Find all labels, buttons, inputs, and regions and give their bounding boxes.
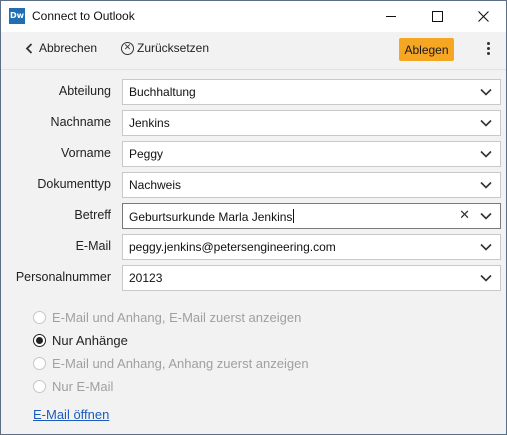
first-name-row: Vorname Peggy	[1, 141, 506, 167]
chevron-down-icon[interactable]	[480, 242, 492, 252]
minimize-icon	[386, 16, 396, 17]
personnel-number-label: Personalnummer	[15, 270, 111, 284]
doc-type-label: Dokumenttyp	[37, 177, 111, 191]
doc-type-row: Dokumenttyp Nachweis	[1, 172, 506, 198]
subject-row: Betreff Geburtsurkunde Marla Jenkins ✕	[1, 203, 506, 229]
window-title: Connect to Outlook	[32, 9, 135, 23]
toolbar: Abbrechen ✕ Zurücksetzen Ablegen	[1, 32, 506, 70]
clear-icon[interactable]: ✕	[459, 208, 470, 223]
minimize-button[interactable]	[368, 1, 414, 32]
close-button[interactable]	[460, 1, 506, 32]
back-button-label: Abbrechen	[39, 41, 98, 55]
radio-button[interactable]	[33, 311, 46, 324]
radio-button-selected[interactable]	[33, 334, 46, 347]
chevron-down-icon[interactable]	[480, 149, 492, 159]
last-name-label: Nachname	[50, 115, 111, 129]
maximize-icon	[431, 11, 443, 22]
back-button[interactable]: Abbrechen	[25, 41, 97, 55]
chevron-down-icon[interactable]	[480, 273, 492, 283]
email-select[interactable]: peggy.jenkins@petersengineering.com	[122, 234, 501, 260]
personnel-number-select[interactable]: 20123	[122, 265, 501, 291]
email-row: E-Mail peggy.jenkins@petersengineering.c…	[1, 234, 506, 260]
clear-circle-icon: ✕	[121, 41, 134, 55]
option-label: E-Mail und Anhang, Anhang zuerst anzeige…	[52, 356, 309, 371]
subject-combobox[interactable]: Geburtsurkunde Marla Jenkins ✕	[122, 203, 501, 229]
option-attachment-first[interactable]: E-Mail und Anhang, Anhang zuerst anzeige…	[33, 356, 309, 371]
first-name-label: Vorname	[60, 146, 111, 160]
subject-label: Betreff	[74, 208, 111, 222]
doc-type-select[interactable]: Nachweis	[122, 172, 501, 198]
last-name-row: Nachname Jenkins	[1, 110, 506, 136]
last-name-value: Jenkins	[129, 116, 170, 130]
option-label: Nur E-Mail	[52, 379, 114, 394]
chevron-down-icon[interactable]	[480, 180, 492, 190]
personnel-number-row: Personalnummer 20123	[1, 265, 506, 291]
department-value: Buchhaltung	[129, 85, 196, 99]
email-value: peggy.jenkins@petersengineering.com	[129, 240, 336, 254]
maximize-button[interactable]	[414, 1, 460, 32]
reset-button[interactable]: ✕ Zurücksetzen	[121, 41, 209, 55]
close-icon	[477, 11, 489, 22]
first-name-value: Peggy	[129, 147, 164, 161]
department-select[interactable]: Buchhaltung	[122, 79, 501, 105]
radio-button[interactable]	[33, 357, 46, 370]
open-email-link[interactable]: E-Mail öffnen	[33, 407, 109, 422]
first-name-select[interactable]: Peggy	[122, 141, 501, 167]
chevron-down-icon[interactable]	[480, 118, 492, 128]
option-email-only[interactable]: Nur E-Mail	[33, 379, 113, 394]
doc-type-value: Nachweis	[129, 178, 182, 192]
app-logo-icon: Dw	[9, 8, 25, 24]
personnel-number-value: 20123	[129, 271, 163, 285]
reset-button-label: Zurücksetzen	[137, 41, 210, 55]
email-label: E-Mail	[75, 239, 111, 253]
more-options-icon[interactable]	[487, 42, 491, 57]
option-label: E-Mail und Anhang, E-Mail zuerst anzeige…	[52, 310, 302, 325]
option-email-first[interactable]: E-Mail und Anhang, E-Mail zuerst anzeige…	[33, 310, 301, 325]
radio-button[interactable]	[33, 380, 46, 393]
app-window: Dw Connect to Outlook Abbrechen ✕ Zurück…	[0, 0, 507, 435]
option-attachments-only[interactable]: Nur Anhänge	[33, 333, 128, 348]
subject-value: Geburtsurkunde Marla Jenkins	[129, 209, 295, 224]
department-row: Abteilung Buchhaltung	[1, 79, 506, 105]
option-label: Nur Anhänge	[52, 333, 128, 348]
last-name-select[interactable]: Jenkins	[122, 110, 501, 136]
department-label: Abteilung	[58, 84, 111, 98]
file-button[interactable]: Ablegen	[399, 38, 454, 61]
title-bar: Dw Connect to Outlook	[1, 1, 506, 32]
chevron-left-icon	[25, 42, 33, 54]
chevron-down-icon[interactable]	[480, 87, 492, 97]
chevron-down-icon[interactable]	[480, 211, 492, 221]
